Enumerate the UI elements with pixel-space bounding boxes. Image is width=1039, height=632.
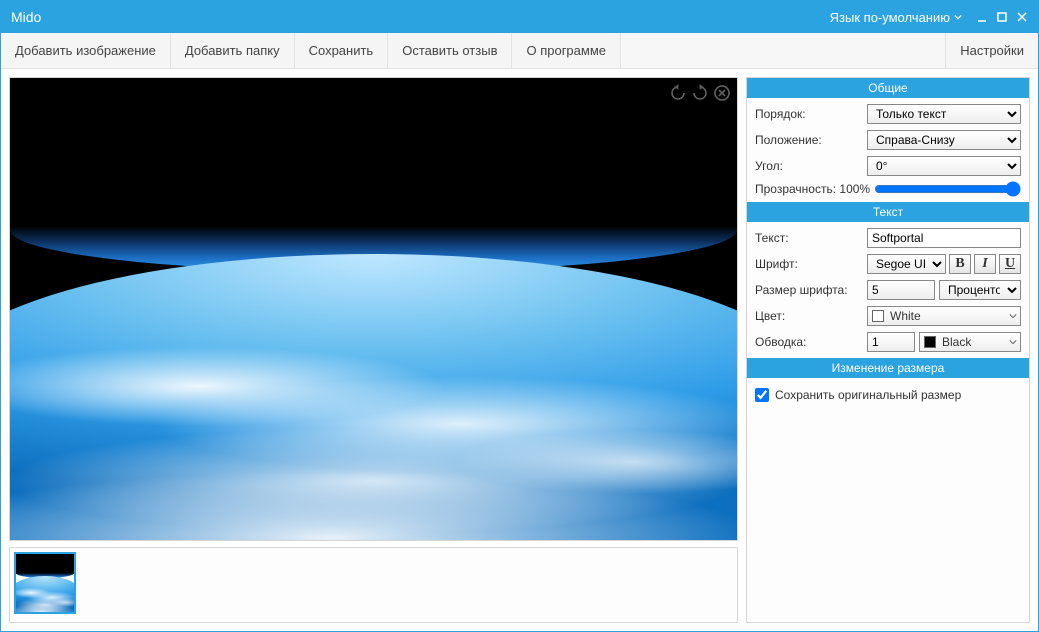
close-button[interactable] <box>1016 11 1028 23</box>
titlebar: Mido Язык по-умолчанию <box>1 1 1038 33</box>
italic-button[interactable]: I <box>974 254 996 274</box>
thumbnail-strip <box>9 547 738 623</box>
chevron-down-icon <box>1009 312 1017 320</box>
chevron-down-icon <box>954 13 962 21</box>
maximize-button[interactable] <box>996 11 1008 23</box>
feedback-button[interactable]: Оставить отзыв <box>388 33 512 68</box>
add-folder-button[interactable]: Добавить папку <box>171 33 295 68</box>
stroke-label: Обводка: <box>755 335 861 349</box>
rotate-left-button[interactable] <box>669 84 687 102</box>
stroke-color-swatch <box>924 336 936 348</box>
color-select[interactable]: White <box>867 306 1021 326</box>
add-image-button[interactable]: Добавить изображение <box>1 33 171 68</box>
language-dropdown[interactable]: Язык по-умолчанию <box>830 10 962 25</box>
save-button[interactable]: Сохранить <box>295 33 389 68</box>
app-window: Mido Язык по-умолчанию Добавить изображе… <box>0 0 1039 632</box>
text-input[interactable] <box>867 228 1021 248</box>
thumbnail[interactable] <box>14 552 76 614</box>
fontsize-label: Размер шрифта: <box>755 283 861 297</box>
properties-panel: Общие Порядок: Только текст Положение: С… <box>746 77 1030 623</box>
angle-select[interactable]: 0° <box>867 156 1021 176</box>
text-header: Текст <box>747 202 1029 222</box>
remove-image-button[interactable] <box>713 84 731 102</box>
minimize-button[interactable] <box>976 11 988 23</box>
fontsize-unit-select[interactable]: Процентов <box>939 280 1021 300</box>
settings-button[interactable]: Настройки <box>945 33 1038 68</box>
chevron-down-icon <box>1009 338 1017 346</box>
underline-button[interactable]: U <box>999 254 1021 274</box>
about-button[interactable]: О программе <box>512 33 621 68</box>
text-label: Текст: <box>755 231 861 245</box>
color-swatch <box>872 310 884 322</box>
font-label: Шрифт: <box>755 257 861 271</box>
rotate-right-button[interactable] <box>691 84 709 102</box>
toolbar: Добавить изображение Добавить папку Сохр… <box>1 33 1038 69</box>
keep-original-row[interactable]: Сохранить оригинальный размер <box>755 384 1021 402</box>
maximize-icon <box>996 11 1008 23</box>
resize-header: Изменение размера <box>747 358 1029 378</box>
minimize-icon <box>976 11 988 23</box>
order-select[interactable]: Только текст <box>867 104 1021 124</box>
angle-label: Угол: <box>755 159 861 173</box>
position-select[interactable]: Справа-Снизу <box>867 130 1021 150</box>
stroke-width-input[interactable] <box>867 332 915 352</box>
close-icon <box>1016 11 1028 23</box>
keep-original-checkbox[interactable] <box>755 388 769 402</box>
language-label: Язык по-умолчанию <box>830 10 950 25</box>
fontsize-input[interactable] <box>867 280 935 300</box>
preview-image <box>10 78 737 540</box>
remove-icon <box>713 84 731 102</box>
keep-original-label: Сохранить оригинальный размер <box>775 388 961 402</box>
stroke-color-select[interactable]: Black <box>919 332 1021 352</box>
order-label: Порядок: <box>755 107 861 121</box>
app-title: Mido <box>11 9 41 25</box>
position-label: Положение: <box>755 133 861 147</box>
rotate-right-icon <box>691 84 709 102</box>
color-label: Цвет: <box>755 309 861 323</box>
rotate-left-icon <box>669 84 687 102</box>
font-select[interactable]: Segoe UI <box>867 254 946 274</box>
bold-button[interactable]: B <box>949 254 971 274</box>
opacity-label: Прозрачность: 100% <box>755 182 870 196</box>
image-preview <box>9 77 738 541</box>
general-header: Общие <box>747 78 1029 98</box>
opacity-slider[interactable] <box>874 182 1021 196</box>
